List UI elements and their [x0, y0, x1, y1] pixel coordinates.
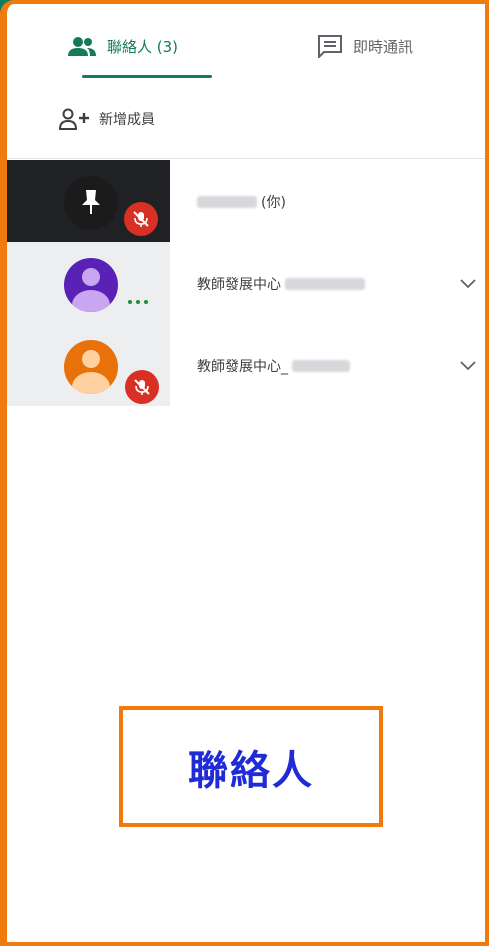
mic-off-icon — [124, 202, 158, 236]
avatar — [64, 176, 118, 230]
tab-chat-label: 即時通訊 — [353, 37, 414, 56]
panel-tabs: 聯絡人 (3) 即時通訊 — [7, 4, 485, 86]
chevron-down-icon[interactable] — [459, 278, 477, 290]
participant-row[interactable]: 教師發展中心_ — [7, 324, 485, 406]
person-icon-body — [72, 290, 110, 312]
tab-chat[interactable]: 即時通訊 — [317, 26, 413, 66]
redacted-name — [292, 360, 350, 372]
tab-contacts-label: 聯絡人 (3) — [107, 37, 179, 56]
divider — [7, 158, 485, 159]
person-icon-head — [82, 350, 100, 368]
mic-off-icon — [125, 370, 159, 404]
annotation-label: 聯絡人 — [188, 747, 314, 794]
participant-name: 教師發展中心_ — [197, 356, 350, 376]
participant-name: 教師發展中心 — [197, 274, 365, 294]
participant-row[interactable]: 教師發展中心 — [7, 242, 485, 324]
speaking-dots-icon — [128, 300, 148, 304]
participant-row[interactable]: (你) — [7, 160, 485, 242]
chat-icon — [318, 35, 342, 58]
participant-tile — [7, 160, 170, 242]
redacted-name — [285, 278, 365, 290]
add-person-icon — [59, 108, 89, 130]
add-member-button[interactable]: 新增成員 — [59, 108, 155, 130]
redacted-name — [197, 196, 257, 208]
person-icon-head — [82, 268, 100, 286]
participant-name: (你) — [197, 192, 286, 212]
person-icon-body — [72, 372, 110, 394]
add-member-label: 新增成員 — [99, 112, 155, 128]
avatar — [64, 258, 118, 312]
avatar — [64, 340, 118, 394]
pin-icon — [82, 190, 100, 214]
chevron-down-icon[interactable] — [459, 360, 477, 372]
people-icon — [68, 37, 96, 56]
annotation-box: 聯絡人 — [119, 706, 383, 827]
participant-tile — [7, 242, 170, 324]
participant-tile — [7, 324, 170, 406]
tab-contacts[interactable]: 聯絡人 (3) — [67, 26, 178, 66]
active-tab-indicator — [82, 75, 212, 78]
